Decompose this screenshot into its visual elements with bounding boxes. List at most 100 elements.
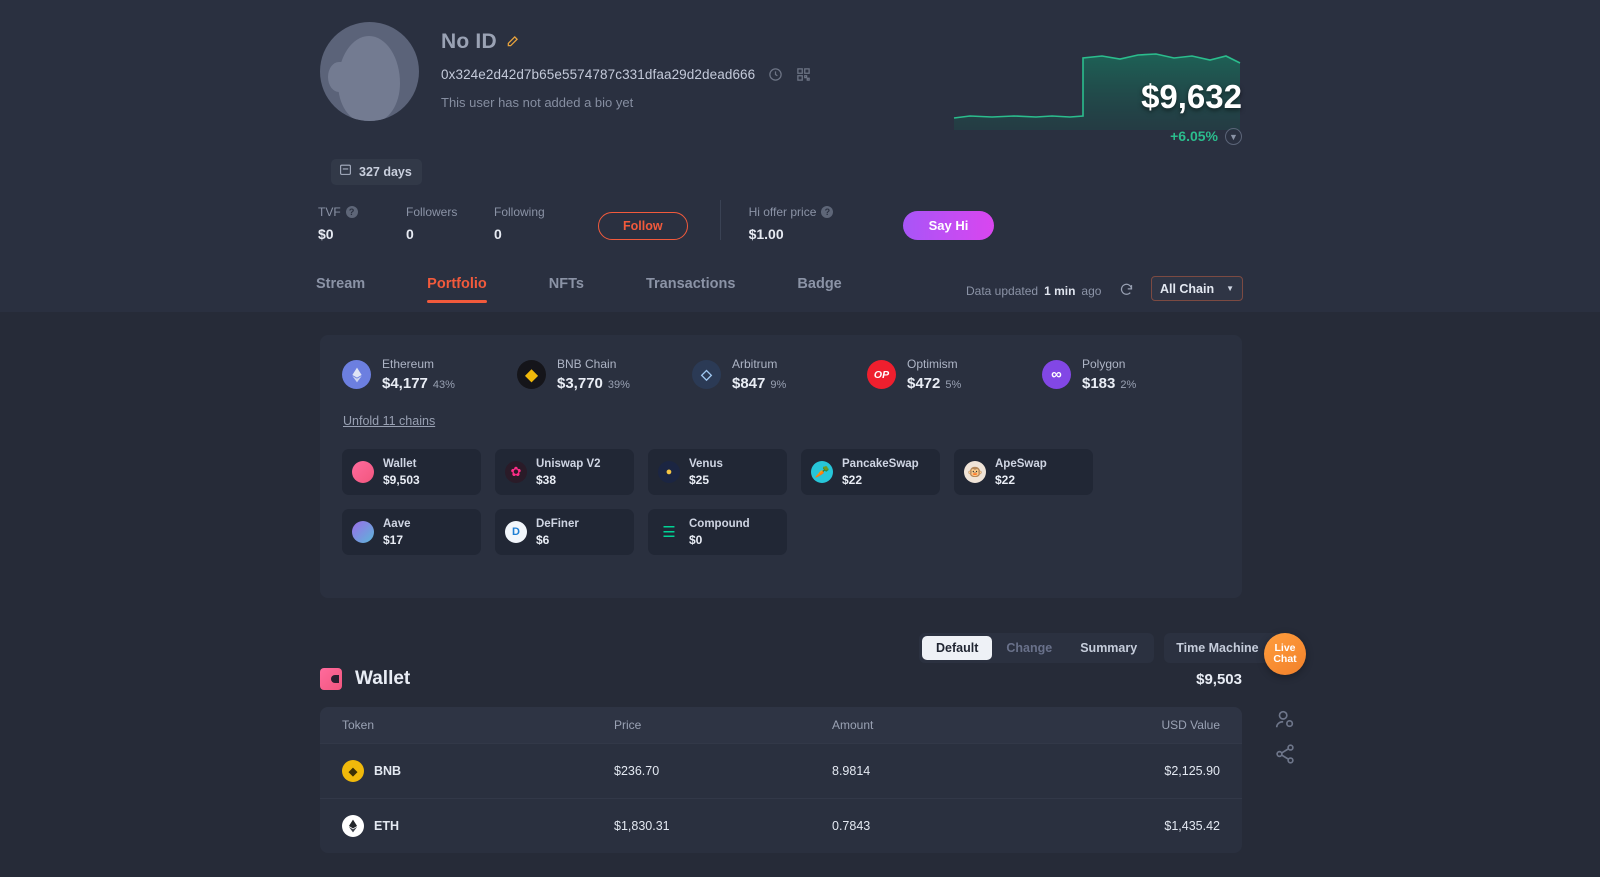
column-header-usd-value[interactable]: USD Value [1152,718,1220,732]
chain-item-optimism[interactable]: OP Optimism $472 5% [867,357,1042,392]
protocol-chip-list: Wallet $9,503 ✿ Uniswap V2 $38 ● Venus $… [320,430,1220,555]
protocol-chip-definer[interactable]: D DeFiner $6 [495,509,634,555]
protocol-chip-aave[interactable]: Aave $17 [342,509,481,555]
chain-name: Optimism [907,357,958,371]
stat-hi-offer-label-row: Hi offer price ? [749,205,861,219]
chevron-down-icon: ▼ [1226,284,1235,293]
profile-block: No ID 0x324e2d42d7b65e5574787c331dfaa29d… [320,22,811,121]
stat-hi-offer-label: Hi offer price [748,205,817,219]
share-icon[interactable] [1272,741,1298,767]
stat-tvf-label: TVF [318,205,341,219]
profile-page: No ID 0x324e2d42d7b65e5574787c331dfaa29d… [0,0,1600,877]
wallet-address[interactable]: 0x324e2d42d7b65e5574787c331dfaa29d2dead6… [441,67,755,82]
table-row[interactable]: ETH $1,830.31 0.7843 $1,435.42 [320,798,1242,853]
portfolio-chart[interactable]: $9,632 +6.05% ▼ [952,30,1242,145]
chain-item-text: Arbitrum $847 9% [732,357,786,392]
chain-item-polygon[interactable]: ∞ Polygon $183 2% [1042,357,1217,392]
view-mode-change[interactable]: Change [992,636,1066,660]
chain-name: Arbitrum [732,357,778,371]
arbitrum-icon: ◇ [692,360,721,389]
unfold-chains-link[interactable]: Unfold 11 chains [343,414,435,428]
updated-prefix: Data updated [966,284,1039,298]
account-age-badge: 327 days [331,159,422,185]
chain-item-bnb-chain[interactable]: ◆ BNB Chain $3,770 39% [517,357,692,392]
stat-followers[interactable]: Followers 0 [406,205,494,242]
view-toggle-group: Default Change Summary Time Machine ❯ [919,633,1292,663]
chain-filter-dropdown[interactable]: All Chain ▼ [1151,276,1243,301]
protocol-chip-apeswap[interactable]: 🐵 ApeSwap $22 [954,449,1093,495]
protocol-chip-text: Wallet $9,503 [383,458,420,487]
updated-suffix: ago [1081,284,1102,298]
address-row: 0x324e2d42d7b65e5574787c331dfaa29d2dead6… [441,67,811,82]
definer-icon: D [505,521,527,543]
help-icon[interactable]: ? [821,206,834,218]
live-chat-button[interactable]: Live Chat [1264,633,1306,675]
wallet-section-total: $9,503 [1196,670,1242,688]
chain-percent: 5% [945,379,962,391]
chain-item-text: Ethereum $4,177 43% [382,357,455,392]
column-header-token[interactable]: Token [342,718,614,732]
protocol-chip-pancakeswap[interactable]: 🥕 PancakeSwap $22 [801,449,940,495]
view-mode-summary[interactable]: Summary [1066,636,1151,660]
divider [719,200,721,240]
protocol-value: $6 [536,532,550,547]
token-price: $236.70 [614,764,660,778]
chain-name: Polygon [1082,357,1126,371]
protocol-value: $9,503 [383,472,420,487]
help-icon[interactable]: ? [345,206,358,218]
chain-item-text: Optimism $472 5% [907,357,961,392]
venus-icon: ● [658,461,680,483]
stat-followers-value: 0 [406,226,414,242]
protocol-value: $25 [689,472,710,487]
protocol-name: DeFiner [536,517,579,530]
tab-transactions[interactable]: Transactions [646,276,735,303]
compound-icon: ☰ [662,524,676,541]
view-mode-default[interactable]: Default [922,636,993,660]
column-header-price[interactable]: Price [614,718,832,732]
table-row[interactable]: ◆ BNB $236.70 8.9814 $2,125.90 [320,743,1242,798]
chain-filter-label: All Chain [1159,281,1215,296]
chain-value-amount: $3,770 [557,375,603,392]
chain-value: $472 5% [907,375,961,392]
protocol-chip-compound[interactable]: ☰ Compound $0 [648,509,787,555]
wallet-section-header: Wallet $9,503 [320,668,1242,690]
refresh-icon[interactable] [1119,282,1134,300]
chain-value-amount: $847 [732,375,766,392]
stat-tvf-label-row: TVF ? [318,205,406,219]
protocol-name: Compound [689,517,750,530]
avatar[interactable] [320,22,419,121]
tab-stream[interactable]: Stream [316,276,365,303]
chain-value: $4,177 43% [382,375,455,392]
protocol-chip-venus[interactable]: ● Venus $25 [648,449,787,495]
chain-value: $183 2% [1082,375,1136,392]
profile-info: No ID 0x324e2d42d7b65e5574787c331dfaa29d… [441,22,811,121]
tab-portfolio[interactable]: Portfolio [427,276,487,303]
chevron-down-circle-icon[interactable]: ▼ [1225,128,1242,145]
invite-user-icon[interactable] [1272,706,1298,732]
stat-following[interactable]: Following 0 [494,205,582,242]
account-age-label: 327 days [359,165,412,179]
protocol-chip-uniswap-v2[interactable]: ✿ Uniswap V2 $38 [495,449,634,495]
copy-icon[interactable] [768,67,783,82]
protocol-chip-wallet[interactable]: Wallet $9,503 [342,449,481,495]
live-chat-line2: Chat [1273,653,1297,665]
chain-name: Ethereum [382,357,435,371]
pancakeswap-icon: 🥕 [811,461,833,483]
token-symbol: BNB [374,764,402,778]
pencil-icon[interactable] [506,34,520,51]
protocol-chip-text: Uniswap V2 $38 [536,458,601,487]
tab-badge[interactable]: Badge [797,276,841,303]
stat-following-value: 0 [494,226,502,242]
chain-item-ethereum[interactable]: Ethereum $4,177 43% [342,357,517,392]
column-header-amount[interactable]: Amount [832,718,1152,732]
tab-nfts[interactable]: NFTs [549,276,584,303]
portfolio-change: +6.05% [1170,128,1218,144]
eth-token-icon [342,815,364,837]
say-hi-button[interactable]: Say Hi [902,211,995,240]
qr-code-icon[interactable] [796,67,811,82]
token-price: $1,830.31 [614,819,670,833]
chain-item-arbitrum[interactable]: ◇ Arbitrum $847 9% [692,357,867,392]
stat-hi-offer-value: $1.00 [748,226,784,242]
protocol-chip-text: Aave $17 [383,518,411,547]
follow-button[interactable]: Follow [598,212,688,240]
